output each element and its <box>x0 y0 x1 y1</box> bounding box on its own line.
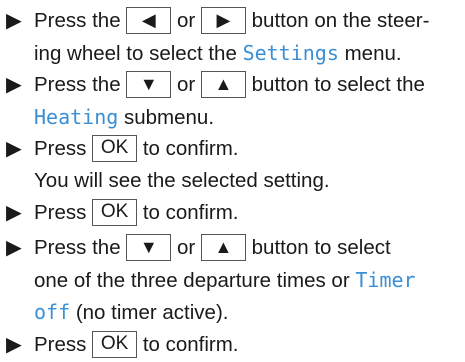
step-text: or <box>177 9 196 32</box>
step-6: ▶ Press OK to confirm. <box>6 329 461 361</box>
step-2: ▶ Press the ▼ or ▲ button to select the H… <box>6 69 461 133</box>
bullet-icon: ▶ <box>6 236 22 259</box>
step-text: Press the <box>34 9 121 32</box>
bullet-icon: ▶ <box>6 73 22 96</box>
instruction-page: ▶ Press the ◀ or ▶ button on the steer- i… <box>0 0 465 362</box>
bullet-icon: ▶ <box>6 201 22 224</box>
step-text: ing wheel to select the <box>34 42 237 65</box>
step-text: to confirm. <box>142 333 239 356</box>
step-6-line-1: ▶ Press OK to confirm. <box>6 329 461 361</box>
left-arrow-key-icon: ◀ <box>126 6 172 34</box>
up-arrow-key-icon: ▲ <box>200 233 246 261</box>
step-3: ▶ Press OK to confirm. You will see the s… <box>6 133 461 197</box>
step-text: button on the steer- <box>251 9 430 32</box>
step-text: button to select <box>251 236 391 259</box>
step-text: one of the three departure times or <box>34 269 350 292</box>
ok-key-icon: OK <box>92 330 138 358</box>
step-text: to confirm. <box>142 137 239 160</box>
step-text: (no timer active). <box>75 301 229 324</box>
step-text: Press the <box>34 236 121 259</box>
step-3-line-1: ▶ Press OK to confirm. <box>6 133 461 165</box>
step-text: Press the <box>34 73 121 96</box>
step-4-line-1: ▶ Press OK to confirm. <box>6 197 461 229</box>
display-text-settings: Settings <box>242 41 339 65</box>
step-text: button to select the <box>251 73 425 96</box>
step-5: ▶ Press the ▼ or ▲ button to select one o… <box>6 232 461 328</box>
step-text: Press <box>34 137 87 160</box>
display-text-timer: Timer <box>355 268 416 292</box>
step-text: Press <box>34 201 87 224</box>
down-arrow-key-icon: ▼ <box>126 233 172 261</box>
step-text: or <box>177 73 196 96</box>
ok-key-icon: OK <box>92 198 138 226</box>
step-1-line-1: ▶ Press the ◀ or ▶ button on the steer- <box>6 5 461 37</box>
step-4: ▶ Press OK to confirm. <box>6 197 461 229</box>
step-text: to confirm. <box>142 201 239 224</box>
step-text: or <box>177 236 196 259</box>
bullet-icon: ▶ <box>6 9 22 32</box>
bullet-icon: ▶ <box>6 333 22 356</box>
ok-key-icon: OK <box>92 134 138 162</box>
step-1: ▶ Press the ◀ or ▶ button on the steer- i… <box>6 5 461 69</box>
display-text-heating: Heating <box>34 105 119 129</box>
step-1-line-2: ing wheel to select the Settings menu. <box>6 37 461 69</box>
step-2-line-2: Heating submenu. <box>6 101 461 133</box>
step-5-line-1: ▶ Press the ▼ or ▲ button to select <box>6 232 461 264</box>
up-arrow-key-icon: ▲ <box>200 70 246 98</box>
step-3-line-2: You will see the selected setting. <box>34 169 330 192</box>
step-5-line-2: one of the three departure times or Time… <box>6 264 461 296</box>
display-text-off: off <box>34 300 71 324</box>
step-text: submenu. <box>124 106 215 129</box>
down-arrow-key-icon: ▼ <box>126 70 172 98</box>
step-2-line-1: ▶ Press the ▼ or ▲ button to select the <box>6 69 461 101</box>
step-text: menu. <box>344 42 402 65</box>
bullet-icon: ▶ <box>6 137 22 160</box>
step-text: Press <box>34 333 87 356</box>
step-5-line-3: off (no timer active). <box>6 296 461 328</box>
right-arrow-key-icon: ▶ <box>200 6 246 34</box>
